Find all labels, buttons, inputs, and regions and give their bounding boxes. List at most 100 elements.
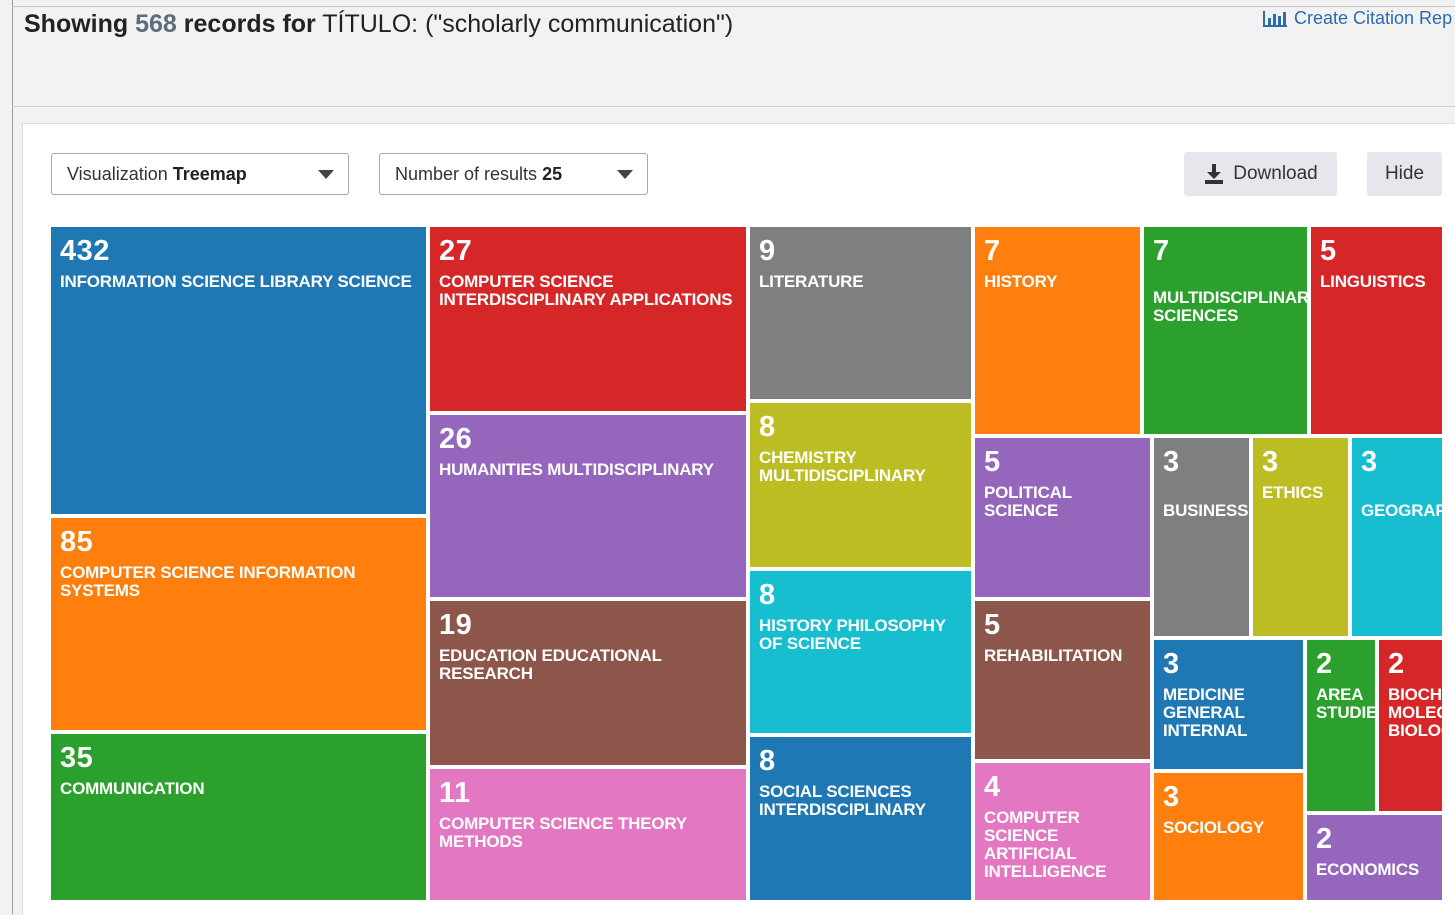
tile-label: HISTORY PHILOSOPHY OF SCIENCE: [759, 616, 946, 653]
treemap-tile[interactable]: 7 MULTIDISCIPLINARY SCIENCES: [1144, 227, 1307, 434]
treemap-tile[interactable]: 8 CHEMISTRY MULTIDISCIPLINARY: [750, 403, 971, 567]
tile-count: 11: [439, 777, 471, 809]
tile-count: 7: [1153, 235, 1170, 267]
records-for-text: records for: [183, 10, 316, 38]
treemap-tile[interactable]: 9 LITERATURE: [750, 227, 971, 399]
window-left-border: [12, 0, 13, 914]
treemap-tile[interactable]: 2 AREA STUDIES: [1307, 640, 1375, 811]
treemap-tile[interactable]: 3 SOCIOLOGY: [1154, 773, 1303, 900]
tile-label: SOCIOLOGY: [1163, 818, 1265, 837]
treemap-tile[interactable]: 3 MEDICINE GENERAL INTERNAL: [1154, 640, 1303, 769]
tile-label: AREA STUDIES: [1316, 685, 1375, 722]
tile-label: POLITICAL SCIENCE: [984, 483, 1072, 520]
chevron-down-icon: [318, 170, 334, 179]
showing-prefix: Showing: [24, 10, 129, 38]
treemap-tile[interactable]: 3 GEOGRAPHY: [1352, 438, 1442, 636]
tile-count: 5: [984, 609, 1001, 641]
tile-label: ETHICS: [1262, 483, 1324, 502]
treemap-tile[interactable]: 2 BIOCHEMISTRY MOLECULAR BIOLOGY: [1379, 640, 1442, 811]
tile-count: 5: [984, 446, 1001, 478]
treemap-tile[interactable]: 4 COMPUTER SCIENCE ARTIFICIAL INTELLIGENC…: [975, 763, 1150, 900]
treemap-tile[interactable]: 2 ECONOMICS: [1307, 815, 1442, 900]
tile-label: HISTORY: [984, 272, 1058, 291]
tile-label: SOCIAL SCIENCES INTERDISCIPLINARY: [759, 782, 926, 819]
treemap-tile[interactable]: 5 REHABILITATION: [975, 601, 1150, 759]
tile-label: HUMANITIES MULTIDISCIPLINARY: [439, 460, 714, 479]
treemap-tile[interactable]: 5 LINGUISTICS: [1311, 227, 1442, 434]
treemap-tile[interactable]: 27 COMPUTER SCIENCE INTERDISCIPLINARY APP…: [430, 227, 746, 411]
download-icon: [1205, 164, 1224, 184]
tile-label: INFORMATION SCIENCE LIBRARY SCIENCE: [60, 272, 412, 291]
treemap-tile[interactable]: 8 SOCIAL SCIENCES INTERDISCIPLINARY: [750, 737, 971, 900]
hide-button-label: Hide: [1384, 163, 1425, 184]
treemap-tile[interactable]: 35 COMMUNICATION: [51, 734, 426, 900]
treemap-tile[interactable]: 11 COMPUTER SCIENCE THEORY METHODS: [430, 769, 746, 900]
tile-count: 4: [984, 771, 1001, 803]
tile-label: LITERATURE: [759, 272, 864, 291]
treemap-tile[interactable]: 3 BUSINESS: [1154, 438, 1249, 636]
tile-count: 3: [1163, 648, 1180, 680]
results-select-value: 25: [542, 163, 563, 184]
treemap-tile[interactable]: 7 HISTORY: [975, 227, 1140, 434]
citation-link-label: Create Citation Rep: [1294, 8, 1453, 28]
tile-count: 8: [759, 411, 776, 443]
tile-label: MULTIDISCIPLINARY SCIENCES: [1153, 288, 1307, 325]
tile-count: 85: [60, 526, 94, 558]
download-button-label: Download: [1233, 163, 1318, 184]
tile-label: BUSINESS: [1163, 501, 1249, 520]
results-summary: Showing 568 records for TÍTULO: ("schola…: [24, 10, 733, 39]
treemap-tile[interactable]: 19 EDUCATION EDUCATIONAL RESEARCH: [430, 601, 746, 765]
number-of-results-select[interactable]: Number of results 25: [379, 153, 648, 195]
tile-label: REHABILITATION: [984, 646, 1123, 665]
tile-label: CHEMISTRY MULTIDISCIPLINARY: [759, 448, 926, 485]
tile-count: 2: [1316, 648, 1333, 680]
visualization-select-value: Treemap: [172, 163, 247, 184]
treemap-tile[interactable]: 26 HUMANITIES MULTIDISCIPLINARY: [430, 415, 746, 597]
tile-label: COMPUTER SCIENCE ARTIFICIAL INTELLIGENCE: [984, 808, 1107, 881]
search-field: TÍTULO:: [322, 10, 419, 38]
tile-label: BIOCHEMISTRY MOLECULAR BIOLOGY: [1388, 685, 1442, 740]
tile-count: 3: [1262, 446, 1279, 478]
treemap-tile[interactable]: 3 ETHICS: [1253, 438, 1348, 636]
tile-count: 3: [1163, 446, 1180, 478]
tile-label: MEDICINE GENERAL INTERNAL: [1163, 685, 1248, 740]
treemap-tile[interactable]: 85 COMPUTER SCIENCE INFORMATION SYSTEMS: [51, 518, 426, 730]
create-citation-report-link[interactable]: Create Citation Rep: [1262, 8, 1452, 29]
tile-label: ECONOMICS: [1316, 860, 1420, 879]
tile-label: LINGUISTICS: [1320, 272, 1426, 291]
chevron-down-icon: [617, 170, 633, 179]
treemap-tile[interactable]: 5 POLITICAL SCIENCE: [975, 438, 1150, 597]
tile-count: 432: [60, 235, 110, 267]
tile-label: COMMUNICATION: [60, 779, 205, 798]
tile-count: 2: [1388, 648, 1405, 680]
tile-count: 3: [1361, 446, 1378, 478]
record-count: 568: [135, 10, 177, 38]
header-divider: [12, 106, 1455, 107]
search-query: ("scholarly communication"): [425, 10, 734, 38]
window-top-border: [12, 6, 1455, 7]
treemap-tile[interactable]: 8 HISTORY PHILOSOPHY OF SCIENCE: [750, 571, 971, 733]
visualization-select-label: Visualization: [67, 163, 168, 184]
tile-count: 8: [759, 745, 776, 777]
hide-button[interactable]: Hide: [1367, 152, 1442, 196]
tile-count: 8: [759, 579, 776, 611]
tile-label: EDUCATION EDUCATIONAL RESEARCH: [439, 646, 662, 683]
treemap-tile[interactable]: 432 INFORMATION SCIENCE LIBRARY SCIENCE: [51, 227, 426, 514]
tile-count: 3: [1163, 781, 1180, 813]
tile-count: 26: [439, 423, 473, 455]
tile-label: COMPUTER SCIENCE INTERDISCIPLINARY APPLI…: [439, 272, 733, 309]
tile-count: 19: [439, 609, 473, 641]
tile-label: GEOGRAPHY: [1361, 501, 1442, 520]
tile-count: 5: [1320, 235, 1337, 267]
bar-chart-icon: [1263, 10, 1287, 27]
tile-count: 7: [984, 235, 1001, 267]
tile-count: 27: [439, 235, 473, 267]
tile-count: 9: [759, 235, 776, 267]
tile-count: 35: [60, 742, 94, 774]
tile-label: COMPUTER SCIENCE INFORMATION SYSTEMS: [60, 563, 356, 600]
visualization-select[interactable]: Visualization Treemap: [51, 153, 349, 195]
results-select-label: Number of results: [395, 163, 538, 184]
tile-count: 2: [1316, 823, 1333, 855]
download-button[interactable]: Download: [1184, 152, 1337, 196]
tile-label: COMPUTER SCIENCE THEORY METHODS: [439, 814, 687, 851]
